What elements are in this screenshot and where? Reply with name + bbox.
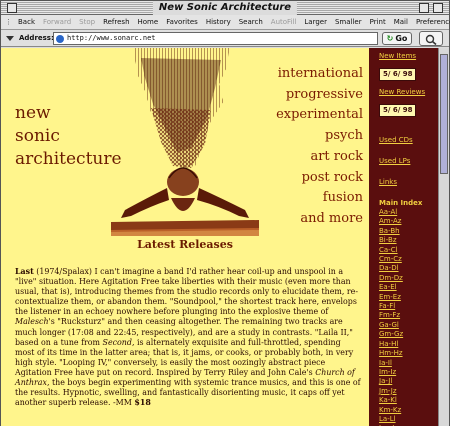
go-arrow-icon: ↻ [386,34,394,43]
home-button[interactable]: Home [134,15,163,30]
url-input[interactable] [67,33,367,44]
genre-item[interactable]: international [263,64,363,85]
address-label: Address: [19,34,54,42]
window-title: New Sonic Architecture [152,1,298,15]
review-body: , the boys begin experimenting with syst… [15,378,361,408]
genre-item[interactable]: fusion [263,188,363,209]
index-link[interactable]: Cm-Cz [379,255,438,264]
index-link[interactable]: Km-Kz [379,406,438,415]
search-magnifier-button[interactable] [419,31,443,46]
logo-line: new [15,103,51,123]
mail-button[interactable]: Mail [390,15,412,30]
genre-item[interactable]: art rock [263,147,363,168]
review-text: Last (1974/Spalax) I can't imagine a ban… [15,267,361,408]
index-link[interactable]: Ca-Cl [379,246,438,255]
smaller-button[interactable]: Smaller [331,15,366,30]
new-reviews-date: 5/ 6/ 98 [379,104,417,117]
review-title: Last [15,267,34,276]
index-link[interactable]: Am-Az [379,217,438,226]
explorer-e-icon [56,35,64,43]
back-button[interactable]: Back [14,15,39,30]
index-link[interactable]: Ba-Bh [379,227,438,236]
index-link[interactable]: Fm-Fz [379,311,438,320]
site-logo[interactable]: new sonic architecture [15,102,122,171]
new-reviews-link[interactable]: New Reviews [379,88,438,97]
main-pane: new sonic architecture international pro… [1,48,369,426]
logo-line: sonic [15,126,60,146]
stop-button: Stop [79,17,96,26]
go-button[interactable]: ↻ Go [382,32,412,45]
address-bar: Address: ↻Go [1,30,449,47]
section-title: Latest Releases [137,238,233,251]
index-link[interactable]: Em-Ez [379,293,438,302]
address-field[interactable] [53,32,378,45]
index-link[interactable]: Dm-Dz [379,274,438,283]
index-link[interactable]: Aa-Al [379,208,438,217]
genre-item[interactable]: progressive [263,85,363,106]
used-lps-link[interactable]: Used LPs [379,157,438,166]
favorites-button[interactable]: Favorites [162,15,202,30]
toolbar-grip-icon: ⋮ [5,17,12,26]
used-cds-link[interactable]: Used CDs [379,136,438,145]
header-artwork [111,48,259,236]
scroll-thumb[interactable] [440,54,448,174]
index-link[interactable]: Ha-Hl [379,340,438,349]
larger-button[interactable]: Larger [300,15,331,30]
index-link[interactable]: Gm-Gz [379,330,438,339]
page-content: new sonic architecture international pro… [1,48,449,426]
sidebar: New Items 5/ 6/ 98 New Reviews 5/ 6/ 98 … [369,48,438,426]
index-list: Aa-Al Am-Az Ba-Bh Bi-Bz Ca-Cl Cm-Cz Da-Dl Dm-Dz… [379,208,438,426]
browser-window: New Sonic Architecture ⋮ Back Forward St… [0,0,450,426]
title-bar[interactable]: New Sonic Architecture [1,1,449,15]
history-button[interactable]: History [202,15,235,30]
forward-button: Forward [43,17,72,26]
links-link[interactable]: Links [379,178,438,187]
index-link[interactable]: La-Ll [379,415,438,424]
autofill-button: AutoFill [270,17,297,26]
browser-toolbar: ⋮ Back Forward Stop Refresh Home Favorit… [1,15,450,30]
index-link[interactable]: Ja-Jl [379,377,438,386]
address-triangle-icon[interactable] [6,36,14,41]
genre-item[interactable]: psych [263,126,363,147]
zoom-box-icon[interactable] [419,3,429,13]
print-button[interactable]: Print [366,15,390,30]
search-magnifier-icon [425,34,437,45]
index-link[interactable]: Hm-Hz [379,349,438,358]
main-index-heading: Main Index [379,199,423,207]
new-items-date: 5/ 6/ 98 [379,68,417,81]
genre-item[interactable]: and more [263,209,363,230]
genre-list: international progressive experimental p… [263,64,363,230]
review-italic: Second [102,337,132,347]
index-link[interactable]: Ia-Il [379,359,438,368]
review-price: $18 [134,398,151,408]
index-link[interactable]: Da-Dl [379,264,438,273]
review-meta: (1974/Spalax) [36,267,93,276]
search-button[interactable]: Search [235,15,267,30]
index-link[interactable]: Ea-El [379,283,438,292]
genre-item[interactable]: experimental [263,105,363,126]
index-link[interactable]: Fa-Fl [379,302,438,311]
index-link[interactable]: Bi-Bz [379,236,438,245]
new-items-link[interactable]: New Items [379,52,438,61]
close-box-icon[interactable] [7,3,17,13]
index-link[interactable]: Jm-Jz [379,387,438,396]
genre-item[interactable]: post rock [263,168,363,189]
go-label: Go [395,34,408,43]
collapse-box-icon[interactable] [433,3,443,13]
review-italic: Malesch [15,317,49,327]
vertical-scrollbar[interactable] [438,48,449,426]
index-link[interactable]: Im-Iz [379,368,438,377]
logo-line: architecture [15,149,122,169]
index-link[interactable]: Ka-Kl [379,396,438,405]
preferences-button[interactable]: Preferences [412,15,450,30]
index-link[interactable]: Ga-Gl [379,321,438,330]
refresh-button[interactable]: Refresh [99,15,133,30]
